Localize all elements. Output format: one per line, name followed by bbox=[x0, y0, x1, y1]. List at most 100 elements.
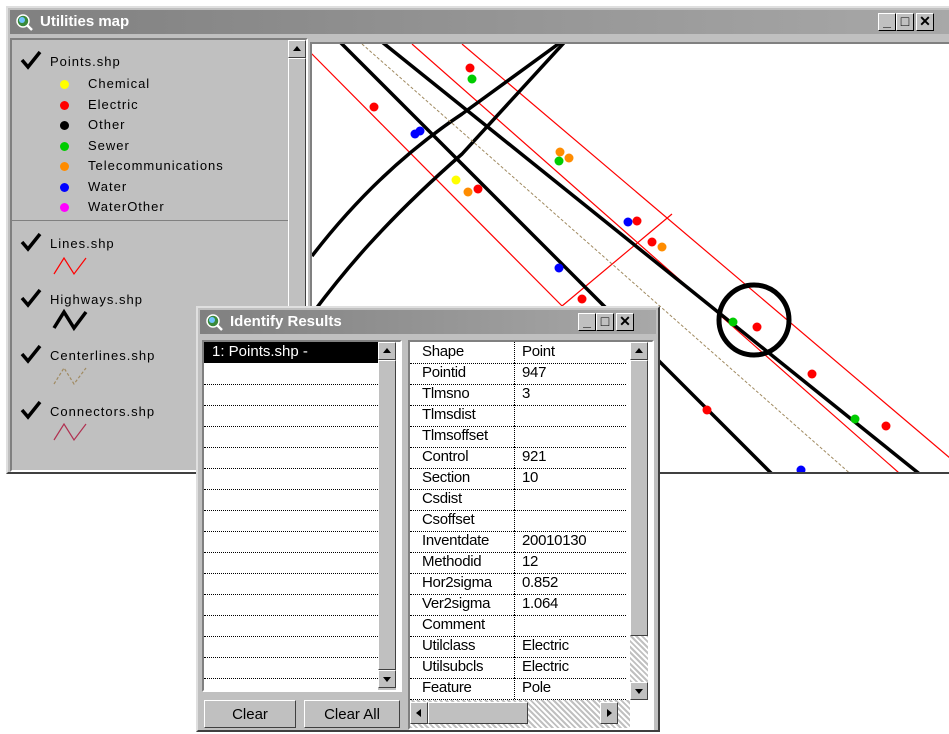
list-item[interactable] bbox=[204, 615, 378, 637]
results-scroll-down-button[interactable] bbox=[378, 670, 396, 688]
legend-class-label: Other bbox=[88, 117, 126, 132]
attribute-row[interactable]: Utilclass Electric bbox=[410, 636, 626, 658]
clear-button[interactable]: Clear bbox=[204, 700, 296, 728]
list-item[interactable] bbox=[204, 426, 378, 448]
results-scroll-up-button[interactable] bbox=[378, 342, 396, 360]
close-button[interactable]: ✕ bbox=[616, 313, 634, 331]
point-marker bbox=[881, 421, 891, 431]
checkmark-icon[interactable] bbox=[20, 400, 42, 420]
list-item[interactable] bbox=[204, 573, 378, 595]
attribute-row[interactable]: Section 10 bbox=[410, 468, 626, 490]
attr-scroll-track[interactable] bbox=[630, 636, 648, 682]
attribute-row[interactable]: Csoffset bbox=[410, 510, 626, 532]
arrow-down-icon bbox=[383, 677, 391, 682]
checkmark-icon[interactable] bbox=[20, 288, 42, 308]
points-layer-label: Points.shp bbox=[50, 54, 121, 69]
list-item[interactable] bbox=[204, 384, 378, 406]
list-item[interactable] bbox=[204, 405, 378, 427]
attribute-row[interactable]: Inventdate 20010130 bbox=[410, 531, 626, 553]
column-separator bbox=[514, 363, 515, 384]
attribute-row[interactable]: Feature Pole bbox=[410, 678, 626, 700]
attr-scroll-up-button[interactable] bbox=[630, 342, 648, 360]
attr-scroll-left-button[interactable] bbox=[410, 702, 428, 724]
list-item[interactable] bbox=[204, 552, 378, 574]
attribute-row[interactable]: Csdist bbox=[410, 489, 626, 511]
legend-color-dot-icon bbox=[60, 100, 69, 110]
close-button[interactable]: ✕ bbox=[916, 13, 934, 31]
attribute-row[interactable]: Tlmsdist bbox=[410, 405, 626, 427]
attribute-row[interactable]: Tlmsno 3 bbox=[410, 384, 626, 406]
legend-color-dot-icon bbox=[60, 203, 69, 212]
attribute-table: Shape Point Pointid 947 Tlmsno 3 Tlmsdist Tlmso… bbox=[408, 340, 654, 730]
checkmark-icon[interactable] bbox=[20, 232, 42, 252]
point-marker bbox=[473, 184, 483, 194]
highway bbox=[312, 44, 566, 316]
maximize-button[interactable]: □ bbox=[896, 13, 914, 31]
column-separator bbox=[514, 489, 515, 510]
list-item[interactable] bbox=[204, 468, 378, 490]
point-marker bbox=[451, 175, 461, 185]
maximize-button[interactable]: □ bbox=[596, 313, 614, 331]
list-item[interactable] bbox=[204, 657, 378, 679]
list-item[interactable] bbox=[204, 489, 378, 511]
points-layer-entry[interactable]: Points.shp Chemical Electric Other Sewer Tel… bbox=[12, 40, 288, 221]
minimize-button[interactable]: _ bbox=[578, 313, 596, 331]
attribute-table-vscroll[interactable] bbox=[630, 342, 648, 700]
arrow-up-icon bbox=[383, 348, 391, 353]
attribute-field: Csdist bbox=[422, 490, 462, 507]
attr-scroll-down-button[interactable] bbox=[630, 682, 648, 700]
attribute-value: 1.064 bbox=[522, 595, 559, 612]
attribute-row[interactable]: Pointid 947 bbox=[410, 363, 626, 385]
attribute-field: Comment bbox=[422, 616, 485, 633]
list-item[interactable] bbox=[204, 594, 378, 616]
attribute-row[interactable]: Utilsubcls Electric bbox=[410, 657, 626, 679]
lines-layer-label: Lines.shp bbox=[50, 236, 115, 251]
legend-scroll-up-button[interactable] bbox=[288, 40, 306, 58]
list-item[interactable] bbox=[204, 363, 378, 385]
list-item[interactable] bbox=[204, 510, 378, 532]
list-item[interactable] bbox=[204, 636, 378, 658]
arrow-up-icon bbox=[293, 46, 301, 51]
results-scroll-thumb[interactable] bbox=[378, 360, 396, 670]
attribute-value: Electric bbox=[522, 658, 569, 675]
attribute-row[interactable]: Comment bbox=[410, 615, 626, 637]
identify-results-titlebar[interactable]: Identify Results _ □ ✕ bbox=[200, 310, 656, 334]
list-item[interactable] bbox=[204, 531, 378, 553]
attribute-row[interactable]: Ver2sigma 1.064 bbox=[410, 594, 626, 616]
point-marker bbox=[623, 217, 633, 227]
attribute-field: Tlmsdist bbox=[422, 406, 476, 423]
point-marker bbox=[577, 294, 587, 304]
attr-hscroll-thumb[interactable] bbox=[428, 702, 528, 724]
column-separator bbox=[514, 510, 515, 531]
attr-scroll-thumb[interactable] bbox=[630, 360, 648, 636]
attribute-row[interactable]: Methodid 12 bbox=[410, 552, 626, 574]
attribute-field: Feature bbox=[422, 679, 472, 696]
attribute-row[interactable]: Control 921 bbox=[410, 447, 626, 469]
attribute-value: Pole bbox=[522, 679, 551, 696]
attr-scroll-right-button[interactable] bbox=[600, 702, 618, 724]
legend-class-label: Sewer bbox=[88, 137, 130, 153]
window-title: Identify Results bbox=[230, 313, 342, 330]
checkmark-icon[interactable] bbox=[20, 344, 42, 364]
list-item[interactable] bbox=[204, 678, 378, 690]
list-item[interactable]: 1: Points.shp - bbox=[204, 342, 378, 363]
window-title: Utilities map bbox=[40, 13, 130, 30]
attribute-row[interactable]: Hor2sigma 0.852 bbox=[410, 573, 626, 595]
attribute-value: 3 bbox=[522, 385, 531, 402]
clear-all-button[interactable]: Clear All bbox=[304, 700, 400, 728]
list-item[interactable] bbox=[204, 447, 378, 469]
attribute-value: 947 bbox=[522, 364, 547, 381]
utilities-map-titlebar[interactable]: Utilities map _ □ ✕ bbox=[10, 10, 949, 34]
results-list-body: 1: Points.shp - bbox=[204, 342, 378, 690]
results-list-scrollbar[interactable] bbox=[378, 342, 396, 690]
highways-symbol-icon bbox=[52, 308, 88, 332]
checkmark-icon[interactable] bbox=[20, 50, 42, 70]
point-marker bbox=[702, 405, 712, 415]
point-marker bbox=[632, 216, 642, 226]
attribute-value: 12 bbox=[522, 553, 539, 570]
attribute-table-hscroll[interactable] bbox=[410, 700, 630, 728]
attribute-row[interactable]: Shape Point bbox=[410, 342, 626, 364]
column-separator bbox=[514, 636, 515, 657]
minimize-button[interactable]: _ bbox=[878, 13, 896, 31]
attribute-row[interactable]: Tlmsoffset bbox=[410, 426, 626, 448]
